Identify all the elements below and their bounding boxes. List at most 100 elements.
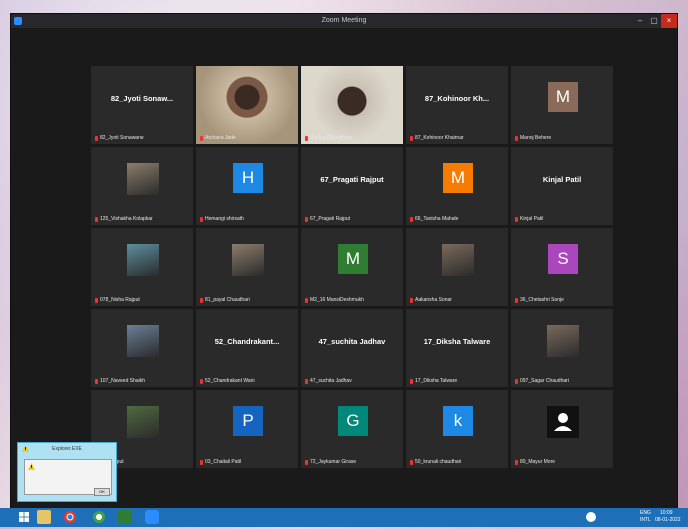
file-explorer-taskbar-icon[interactable] bbox=[37, 510, 51, 524]
participant-name: Archana Jade bbox=[205, 135, 236, 141]
keyboard-region[interactable]: INTL bbox=[640, 517, 651, 523]
participant-name-bar: Archana Jade bbox=[200, 135, 236, 141]
participant-tile[interactable]: 17_Diksha Talware 17_Diksha Talware bbox=[406, 309, 508, 387]
notification-tray-icon[interactable] bbox=[586, 512, 596, 522]
participant-avatar: P bbox=[233, 406, 263, 436]
clock-time[interactable]: 10:09 bbox=[660, 510, 673, 516]
participant-tile[interactable]: 097_Sagar Chaudhari bbox=[511, 309, 613, 387]
participant-name: 17_Diksha Talware bbox=[415, 378, 458, 384]
participant-name: 36_Chetashri Sonje bbox=[520, 297, 564, 303]
participant-name: 80_Mayur More bbox=[520, 459, 556, 465]
participant-tile[interactable]: H Hemangi shirsath bbox=[196, 147, 298, 225]
participant-tile[interactable]: P 03_Chaitali Patil bbox=[196, 390, 298, 468]
dialog-title: Explorer.EXE bbox=[52, 446, 82, 452]
participant-avatar: k bbox=[443, 406, 473, 436]
participant-avatar: M bbox=[443, 163, 473, 193]
window-controls: – ▢ × bbox=[633, 14, 677, 28]
minimize-button[interactable]: – bbox=[633, 14, 647, 28]
participant-name-bar: 17_Diksha Talware bbox=[410, 378, 457, 384]
participant-name: 66_Tanisha Mahale bbox=[415, 216, 459, 222]
dialog-ok-button[interactable]: OK bbox=[94, 488, 110, 496]
participant-name: 50_krunali chaudhari bbox=[415, 459, 462, 465]
muted-mic-icon bbox=[95, 378, 98, 384]
muted-mic-icon bbox=[200, 216, 203, 222]
zoom-app-icon bbox=[14, 17, 22, 25]
participant-display-name: 87_Kohinoor Kh... bbox=[424, 94, 490, 103]
participant-tile[interactable]: 67_Pragati Rajput 67_Pragati Rajput bbox=[301, 147, 403, 225]
chrome-taskbar-icon[interactable] bbox=[63, 510, 77, 524]
close-button[interactable]: × bbox=[661, 14, 677, 28]
explorer-error-dialog[interactable]: Explorer.EXE OK bbox=[17, 442, 117, 502]
participant-video-feed bbox=[301, 66, 403, 144]
zoom-taskbar-icon[interactable] bbox=[145, 510, 159, 524]
muted-mic-icon bbox=[305, 135, 308, 141]
participant-tile[interactable]: Archana Jade bbox=[196, 66, 298, 144]
participant-profile-photo bbox=[127, 163, 159, 195]
participant-name: 097_Sagar Chaudhari bbox=[520, 378, 569, 384]
participant-tile[interactable]: G 72_Jaykumar Girase bbox=[301, 390, 403, 468]
participant-tile[interactable]: k 50_krunali chaudhari bbox=[406, 390, 508, 468]
browser-taskbar-icon[interactable] bbox=[92, 510, 106, 524]
participant-name-bar: M2_16 MansiDeshmukh bbox=[305, 297, 364, 303]
excel-taskbar-icon[interactable] bbox=[118, 510, 132, 524]
muted-mic-icon bbox=[200, 378, 203, 384]
participant-name-bar: 078_Nisha Rajput bbox=[95, 297, 140, 303]
participant-tile[interactable]: 078_Nisha Rajput bbox=[91, 228, 193, 306]
participant-tile[interactable]: 81_payal Chaudhari bbox=[196, 228, 298, 306]
participant-name: 078_Nisha Rajput bbox=[100, 297, 140, 303]
muted-mic-icon bbox=[305, 459, 308, 465]
participant-name-bar: 47_suchita Jadhav bbox=[305, 378, 352, 384]
participant-name-bar: 82_Jyoti Sonawane bbox=[95, 135, 144, 141]
participant-avatar: G bbox=[338, 406, 368, 436]
participant-tile[interactable]: M M2_16 MansiDeshmukh bbox=[301, 228, 403, 306]
participant-tile[interactable]: 52_Chandrakant... 52_Chandrakant Wani bbox=[196, 309, 298, 387]
participant-name: Hemangi shirsath bbox=[205, 216, 244, 222]
title-bar: Zoom Meeting – ▢ × bbox=[11, 14, 677, 28]
participant-name: 52_Chandrakant Wani bbox=[205, 378, 255, 384]
participant-name-bar: 81_payal Chaudhari bbox=[200, 297, 250, 303]
muted-mic-icon bbox=[410, 216, 413, 222]
participant-display-name: 47_suchita Jadhav bbox=[318, 337, 386, 346]
maximize-button[interactable]: ▢ bbox=[647, 14, 661, 28]
muted-mic-icon bbox=[410, 459, 413, 465]
participant-name-bar: 50_krunali chaudhari bbox=[410, 459, 461, 465]
participant-tile[interactable]: S 36_Chetashri Sonje bbox=[511, 228, 613, 306]
participant-avatar: H bbox=[233, 163, 263, 193]
participant-tile[interactable]: 47_suchita Jadhav 47_suchita Jadhav bbox=[301, 309, 403, 387]
participant-name-bar: 52_Chandrakant Wani bbox=[200, 378, 255, 384]
muted-mic-icon bbox=[95, 216, 98, 222]
participant-tile[interactable]: 82_Jyoti Sonaw... 82_Jyoti Sonawane bbox=[91, 66, 193, 144]
keyboard-language[interactable]: ENG bbox=[640, 510, 651, 516]
participant-avatar: M bbox=[548, 82, 578, 112]
participant-name: 03_Chaitali Patil bbox=[205, 459, 242, 465]
muted-mic-icon bbox=[515, 378, 518, 384]
window-title: Zoom Meeting bbox=[321, 17, 367, 24]
participant-name-bar: 107_Naveed Shaikh bbox=[95, 378, 145, 384]
participant-tile[interactable]: M 66_Tanisha Mahale bbox=[406, 147, 508, 225]
muted-mic-icon bbox=[515, 297, 518, 303]
participant-name: 81_payal Chaudhari bbox=[205, 297, 250, 303]
participant-profile-photo bbox=[127, 325, 159, 357]
clock-date[interactable]: 08-01-2022 bbox=[655, 517, 681, 523]
participant-video-feed bbox=[196, 66, 298, 144]
participant-tile[interactable]: 107_Naveed Shaikh bbox=[91, 309, 193, 387]
participant-name-bar: Hemangi shirsath bbox=[200, 216, 244, 222]
participant-tile[interactable]: Kinjal Patil Kinjal Patil bbox=[511, 147, 613, 225]
participant-tile[interactable]: Aakansha Sonar bbox=[406, 228, 508, 306]
participant-tile[interactable]: 125_Vishakha Kolapkar bbox=[91, 147, 193, 225]
muted-mic-icon bbox=[200, 297, 203, 303]
participant-tile[interactable]: 87_Kohinoor Kh... 87_Kohinoor Khairnar bbox=[406, 66, 508, 144]
participant-display-name: 82_Jyoti Sonaw... bbox=[110, 94, 174, 103]
start-button[interactable] bbox=[17, 510, 31, 524]
participant-tile[interactable]: 80_Mayur More bbox=[511, 390, 613, 468]
participant-name: 67_Pragati Rajput bbox=[310, 216, 351, 222]
participant-name-bar: Kinjal Patil bbox=[515, 216, 543, 222]
participant-display-name: 17_Diksha Talware bbox=[423, 337, 491, 346]
muted-mic-icon bbox=[515, 216, 518, 222]
participant-tile[interactable]: Shirley Chowdhury bbox=[301, 66, 403, 144]
participant-name-bar: 03_Chaitali Patil bbox=[200, 459, 241, 465]
participant-name-bar: 67_Pragati Rajput bbox=[305, 216, 350, 222]
muted-mic-icon bbox=[305, 297, 308, 303]
participant-profile-photo bbox=[127, 406, 159, 438]
participant-tile[interactable]: M Manoj Behere bbox=[511, 66, 613, 144]
